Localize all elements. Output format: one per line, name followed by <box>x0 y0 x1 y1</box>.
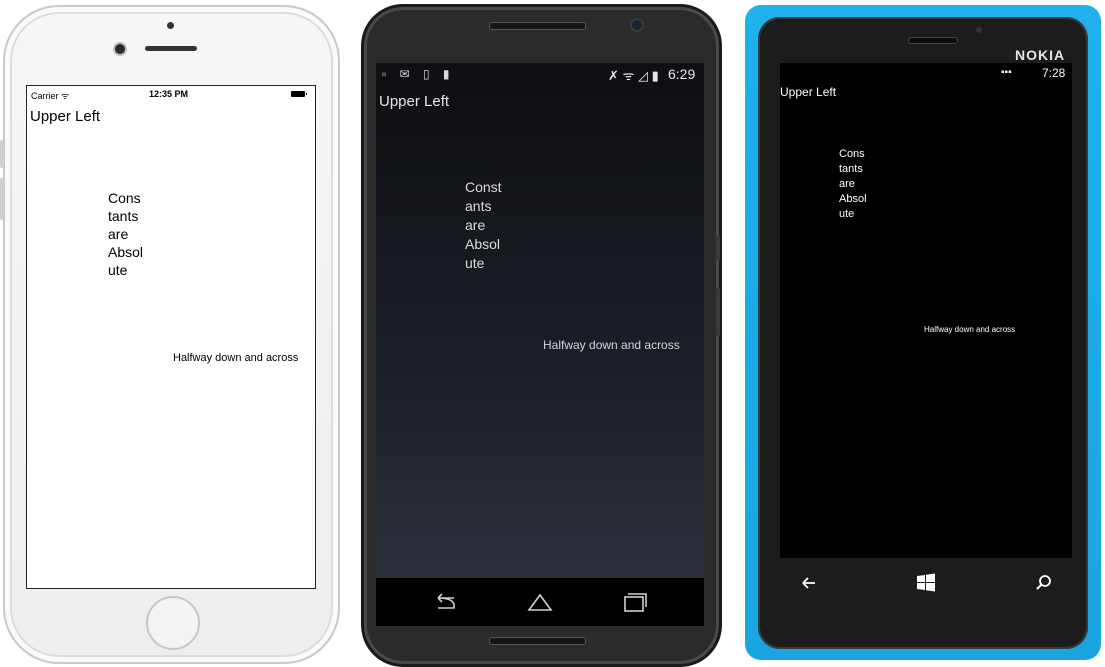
iphone-screen: Carrier ᯤ 12:35 PM Upper Left Cons tants… <box>26 85 316 589</box>
constants-label: Cons tants are Absol ute <box>839 147 867 222</box>
nokia-logo: NOKIA <box>1015 47 1066 63</box>
android-screen: ▫ ✉ ▯ ▮ ✗ ᯤ ◿ ▮ 6:29 Upper Left Const an… <box>376 63 704 578</box>
wp-nav-bar <box>780 558 1072 608</box>
constants-line: Const <box>465 179 502 195</box>
search-icon[interactable] <box>1033 572 1055 594</box>
back-arrow-icon[interactable] <box>798 572 820 594</box>
windows-start-icon[interactable] <box>915 572 937 594</box>
nokia-earpiece <box>908 37 958 44</box>
home-icon[interactable] <box>525 590 555 614</box>
upper-left-label: Upper Left <box>30 108 101 125</box>
constants-line: Absol <box>108 244 144 260</box>
constants-line: ute <box>465 255 485 271</box>
iphone-front-camera <box>115 44 125 54</box>
android-bottom-speaker <box>489 637 586 645</box>
android-clock: 6:29 <box>668 66 696 82</box>
home-button[interactable] <box>146 596 200 650</box>
upper-left-label: Upper Left <box>379 93 450 110</box>
status-icons: ✗ ᯤ ◿ ▮ <box>608 68 659 83</box>
constants-line: Absol <box>465 236 501 252</box>
power-button[interactable] <box>716 235 720 261</box>
iphone-earpiece <box>145 46 197 51</box>
wp-status-bar: ▪▪▪ 7:28 <box>780 63 1072 83</box>
ios-carrier: Carrier ᯤ <box>31 91 70 101</box>
ios-status-bar: Carrier ᯤ 12:35 PM <box>27 86 315 102</box>
volume-up-button[interactable] <box>0 178 4 220</box>
android-status-bar: ▫ ✉ ▯ ▮ ✗ ᯤ ◿ ▮ 6:29 <box>376 63 704 85</box>
constants-line: Cons <box>839 148 865 160</box>
nokia-screen: ▪▪▪ 7:28 Upper Left Cons tants are Absol… <box>780 63 1072 558</box>
constants-line: ants <box>465 198 492 214</box>
recents-icon[interactable] <box>620 590 650 614</box>
android-top-speaker <box>489 22 586 30</box>
constants-line: Absol <box>839 193 867 205</box>
battery-icon <box>291 91 307 97</box>
constants-line: ute <box>108 262 128 278</box>
notification-icons: ▫ ✉ ▯ ▮ <box>382 67 455 81</box>
constants-line: ute <box>839 208 855 220</box>
constants-label: Const ants are Absol ute <box>465 178 502 273</box>
android-front-camera <box>632 20 642 30</box>
constants-line: Cons <box>108 190 141 206</box>
constants-line: are <box>839 178 855 190</box>
upper-left-label: Upper Left <box>780 85 837 99</box>
halfway-label: Halfway down and across <box>173 352 299 364</box>
mute-switch[interactable] <box>0 140 4 168</box>
android-device: ▫ ✉ ▯ ▮ ✗ ᯤ ◿ ▮ 6:29 Upper Left Const an… <box>361 4 722 667</box>
iphone-sensor <box>167 22 174 29</box>
halfway-label: Halfway down and across <box>924 325 1016 334</box>
constants-line: are <box>108 226 129 242</box>
iphone-device: Carrier ᯤ 12:35 PM Upper Left Cons tants… <box>3 5 340 664</box>
constants-label: Cons tants are Absol ute <box>108 189 143 279</box>
wp-clock: 7:28 <box>1042 66 1066 80</box>
nokia-front-camera <box>976 27 982 33</box>
android-nav-bar <box>376 578 704 626</box>
volume-button[interactable] <box>716 288 720 336</box>
signal-icon: ▪▪▪ <box>1001 67 1012 78</box>
back-icon[interactable] <box>430 590 460 614</box>
ios-clock: 12:35 PM <box>149 89 189 99</box>
constants-line: tants <box>108 208 139 224</box>
constants-line: are <box>465 217 486 233</box>
halfway-label: Halfway down and across <box>543 338 680 352</box>
constants-line: tants <box>839 163 863 175</box>
